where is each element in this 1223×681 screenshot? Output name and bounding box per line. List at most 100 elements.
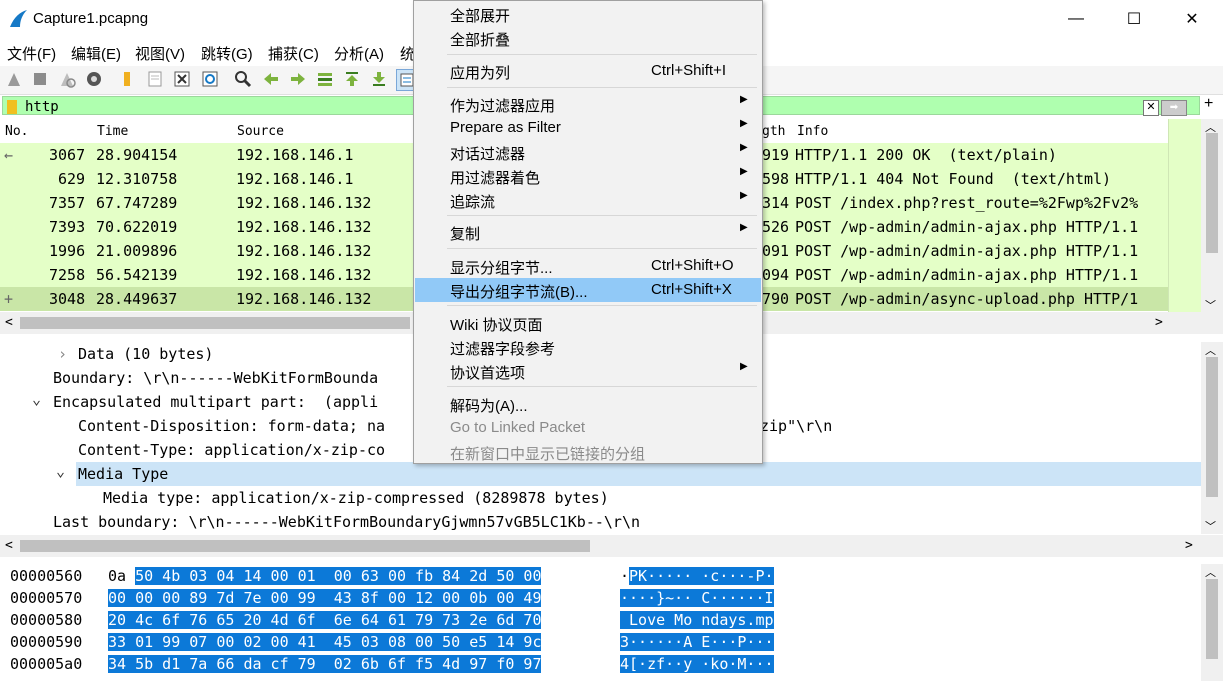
menu-item-label: 全部折叠	[450, 32, 511, 49]
scroll-up-icon[interactable]: ︿	[1205, 119, 1216, 135]
detail-line[interactable]: Last boundary: \r\n------WebKitFormBound…	[53, 513, 640, 531]
scroll-right-icon[interactable]: >	[1155, 315, 1163, 330]
column-source[interactable]: Source	[237, 124, 284, 139]
close-file-icon[interactable]	[172, 69, 192, 89]
scroll-down-icon[interactable]: ﹀	[1205, 518, 1216, 534]
filter-bookmark-icon[interactable]	[7, 100, 17, 114]
menu-item-colorize-with-filter[interactable]: 用过滤器着色 ▶	[415, 164, 761, 188]
menu-separator	[447, 305, 757, 306]
detail-line[interactable]: Content-Disposition: form-data; na	[78, 417, 385, 435]
apply-filter-icon[interactable]: ➡	[1161, 100, 1187, 116]
detail-line[interactable]: Encapsulated multipart part: (appli	[53, 393, 378, 411]
packet-time: 56.542139	[96, 266, 178, 284]
packet-list-vscroll-thumb[interactable]	[1206, 133, 1218, 253]
menu-item-show-linked-in-new-window[interactable]: 在新窗口中显示已链接的分组	[415, 440, 761, 464]
scroll-left-icon[interactable]: <	[5, 315, 13, 330]
detail-line-selected[interactable]: Media Type	[78, 465, 168, 483]
reload-file-icon[interactable]	[200, 69, 220, 89]
packet-time: 21.009896	[96, 242, 178, 260]
byte-hex[interactable]: 0a 50 4b 03 04 14 00 01 00 63 00 fb 84 2…	[108, 567, 542, 589]
menu-item-protocol-preferences[interactable]: 协议首选项 ▶	[415, 359, 761, 383]
detail-line[interactable]: Data (10 bytes)	[78, 345, 213, 363]
byte-hex[interactable]: 33 01 99 07 00 02 00 41 45 03 08 00 50 e…	[108, 633, 542, 655]
go-forward-icon[interactable]	[288, 69, 308, 89]
packet-list-hscroll-thumb[interactable]	[20, 317, 410, 329]
close-button[interactable]: ✕	[1163, 0, 1221, 38]
expand-arrow-icon[interactable]: ›	[58, 345, 67, 363]
column-info[interactable]: Info	[797, 124, 828, 139]
menu-item-copy[interactable]: 复制 ▶	[415, 220, 761, 244]
byte-ascii[interactable]: 3······A E···P···	[620, 633, 774, 655]
restart-capture-icon[interactable]	[57, 69, 77, 89]
byte-ascii[interactable]: Love Mo ndays.mp	[620, 611, 774, 633]
ascii-selected: Love Mo ndays.mp	[620, 611, 774, 629]
packet-no: 3067	[49, 146, 86, 164]
go-to-packet-icon[interactable]	[315, 69, 335, 89]
menu-item-follow-stream[interactable]: 追踪流 ▶	[415, 188, 761, 212]
ascii-selected: 4[·zf··y ·ko·M···	[620, 655, 774, 673]
go-first-packet-icon[interactable]	[342, 69, 362, 89]
menu-item-show-packet-bytes[interactable]: 显示分组字节... Ctrl+Shift+O	[415, 254, 761, 278]
scroll-down-icon[interactable]: ﹀	[1205, 297, 1216, 313]
detail-line[interactable]: Content-Type: application/x-zip-co	[78, 441, 385, 459]
menu-item-filter-field-reference[interactable]: 过滤器字段参考	[415, 335, 761, 359]
detail-line[interactable]: Boundary: \r\n------WebKitFormBounda	[53, 369, 378, 387]
menu-item-decode-as[interactable]: 解码为(A)...	[415, 392, 761, 416]
ascii-unselected: ·	[620, 567, 630, 585]
menu-item-expand-all[interactable]: 全部展开	[415, 2, 761, 26]
byte-offset: 000005a0	[10, 655, 83, 673]
go-last-packet-icon[interactable]	[369, 69, 389, 89]
menu-item-conversation-filter[interactable]: 对话过滤器 ▶	[415, 140, 761, 164]
byte-ascii[interactable]: ····}~·· C······I	[620, 589, 774, 611]
bytes-vscroll-thumb[interactable]	[1206, 579, 1218, 659]
collapse-arrow-icon[interactable]: ⌄	[32, 390, 41, 408]
scroll-up-icon[interactable]: ︿	[1205, 342, 1216, 358]
menu-item-apply-as-filter[interactable]: 作为过滤器应用 ▶	[415, 92, 761, 116]
details-vscroll-thumb[interactable]	[1206, 357, 1218, 497]
menu-item-apply-as-column[interactable]: 应用为列 Ctrl+Shift+I	[415, 59, 761, 83]
menu-item-go-to-linked-packet[interactable]: Go to Linked Packet	[415, 416, 761, 440]
byte-ascii[interactable]: ·PK····· ·c···-P·	[620, 567, 774, 589]
menu-view[interactable]: 视图(V)	[135, 43, 185, 64]
hex-selected: 20 4c 6f 76 65 20 4d 6f 6e 64 61 79 73 2…	[108, 611, 542, 629]
clear-filter-icon[interactable]: ✕	[1143, 100, 1159, 116]
menu-capture[interactable]: 捕获(C)	[268, 43, 319, 64]
detail-line[interactable]: Media type: application/x-zip-compressed…	[103, 489, 609, 507]
filter-text: http	[25, 99, 59, 115]
menu-item-prepare-as-filter[interactable]: Prepare as Filter ▶	[415, 116, 761, 140]
go-back-icon[interactable]	[261, 69, 281, 89]
menu-file[interactable]: 文件(F)	[7, 43, 56, 64]
byte-ascii[interactable]: 4[·zf··y ·ko·M···	[620, 655, 774, 677]
packet-length: 598	[762, 170, 790, 188]
save-file-icon[interactable]	[145, 69, 165, 89]
column-no[interactable]: No.	[5, 124, 28, 139]
scroll-right-icon[interactable]: >	[1185, 538, 1193, 553]
packet-info: POST /wp-admin/admin-ajax.php HTTP/1.1	[795, 266, 1139, 284]
submenu-arrow-icon: ▶	[740, 118, 748, 129]
scroll-up-icon[interactable]: ︿	[1205, 564, 1216, 580]
minimize-button[interactable]: —	[1047, 0, 1105, 38]
menu-go[interactable]: 跳转(G)	[201, 43, 253, 64]
menu-item-export-packet-bytes[interactable]: 导出分组字节流(B)... Ctrl+Shift+X	[415, 278, 761, 302]
byte-hex[interactable]: 20 4c 6f 76 65 20 4d 6f 6e 64 61 79 73 2…	[108, 611, 542, 633]
byte-hex[interactable]: 34 5b d1 7a 66 da cf 79 02 6b 6f f5 4d 9…	[108, 655, 542, 677]
stop-capture-icon[interactable]	[30, 69, 50, 89]
byte-hex[interactable]: 00 00 00 89 7d 7e 00 99 43 8f 00 12 00 0…	[108, 589, 542, 611]
column-length[interactable]: gth	[762, 124, 785, 139]
menu-item-collapse-all[interactable]: 全部折叠	[415, 26, 761, 50]
start-capture-icon[interactable]	[4, 69, 24, 89]
menu-item-wiki-protocol-page[interactable]: Wiki 协议页面	[415, 311, 761, 335]
open-file-icon[interactable]	[117, 69, 137, 89]
scroll-left-icon[interactable]: <	[5, 538, 13, 553]
find-packet-icon[interactable]	[233, 69, 253, 89]
collapse-arrow-icon[interactable]: ⌄	[56, 462, 65, 480]
packet-info: POST /index.php?rest_route=%2Fwp%2Fv2%	[795, 194, 1139, 212]
column-time[interactable]: Time	[97, 124, 128, 139]
details-hscroll-thumb[interactable]	[20, 540, 590, 552]
add-filter-button[interactable]: +	[1204, 95, 1213, 113]
packet-minimap[interactable]	[1168, 119, 1202, 312]
menu-edit[interactable]: 编辑(E)	[71, 43, 121, 64]
maximize-button[interactable]: ☐	[1105, 0, 1163, 38]
capture-options-icon[interactable]	[84, 69, 104, 89]
menu-analyze[interactable]: 分析(A)	[334, 43, 384, 64]
